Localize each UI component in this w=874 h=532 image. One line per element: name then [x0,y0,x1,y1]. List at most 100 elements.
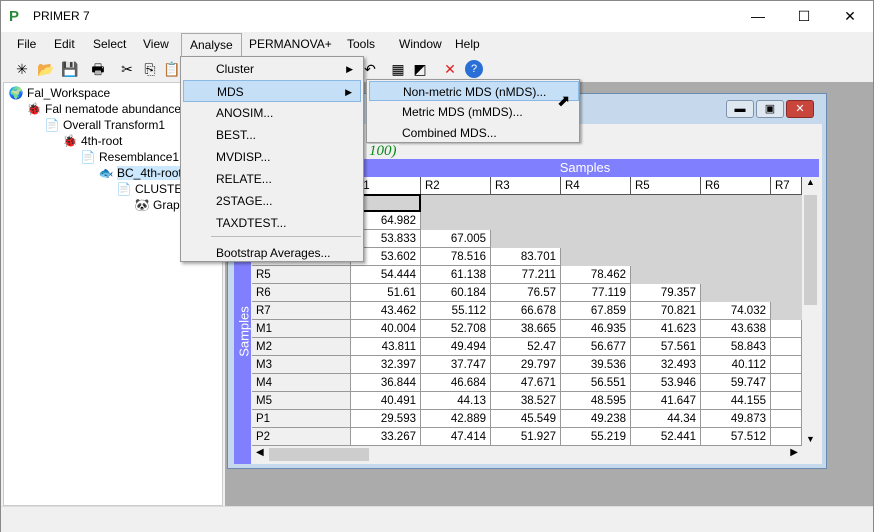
matrix-cell[interactable]: 61.138 [421,266,491,284]
row-header[interactable]: M4 [252,374,351,392]
matrix-cell[interactable]: 44.34 [631,410,701,428]
menu-analyse[interactable]: Analyse [181,33,242,56]
submenu-item[interactable]: Metric MDS (mMDS)... [369,102,579,122]
menu-item-anosim[interactable]: ANOSIM... [183,102,361,124]
matrix-cell[interactable]: 45.549 [491,410,561,428]
maximize-button[interactable]: ☐ [781,1,827,32]
menu-permanova[interactable]: PERMANOVA+ [241,33,340,56]
matrix-cell[interactable]: 41.623 [631,320,701,338]
column-header[interactable]: R2 [421,177,491,195]
matrix-cell[interactable]: 44.13 [421,392,491,410]
matrix-cell[interactable]: 79.357 [631,284,701,302]
tree-node[interactable]: 📄 Resemblance1 [80,149,180,165]
matrix-cell[interactable]: 40.491 [351,392,421,410]
submenu-item[interactable]: Combined MDS... [369,123,579,143]
close-button[interactable]: ✕ [827,1,873,32]
help-icon[interactable]: ? [465,60,483,78]
matrix-cell[interactable]: 54.444 [351,266,421,284]
row-header[interactable]: R7 [252,302,351,320]
matrix-cell[interactable]: 37.747 [421,356,491,374]
matrix-cell[interactable]: 51.61 [351,284,421,302]
matrix-cell[interactable]: 49.873 [701,410,771,428]
matrix-cell[interactable]: 40.004 [351,320,421,338]
matrix-cell[interactable] [771,338,802,356]
horizontal-scroll-thumb[interactable] [269,448,369,461]
new-icon[interactable]: ✳ [13,60,31,78]
matrix-cell[interactable]: 29.593 [351,410,421,428]
matrix-cell[interactable]: 56.677 [561,338,631,356]
tree-node[interactable]: 📄 Overall Transform1 [44,117,166,133]
matrix-cell[interactable] [771,392,802,410]
menu-file[interactable]: File [9,33,44,56]
matrix-cell[interactable]: 78.462 [561,266,631,284]
menu-item-cluster[interactable]: Cluster ▶ [183,58,361,80]
menu-item-bootstrapaverages[interactable]: Bootstrap Averages... [183,242,361,264]
open-icon[interactable]: 📂 [37,60,55,78]
matrix-cell[interactable] [771,428,802,446]
menu-tools[interactable]: Tools [339,33,383,56]
matrix-cell[interactable]: 83.701 [491,248,561,266]
row-header[interactable]: M1 [252,320,351,338]
matrix-cell[interactable]: 49.494 [421,338,491,356]
row-header[interactable]: M3 [252,356,351,374]
matrix-cell[interactable]: 41.647 [631,392,701,410]
matrix-cell[interactable] [771,410,802,428]
matrix-cell[interactable]: 74.032 [701,302,771,320]
row-header[interactable]: M2 [252,338,351,356]
matrix-cell[interactable]: 43.462 [351,302,421,320]
child-close-button[interactable]: ✕ [786,100,814,118]
column-header[interactable]: R7 [771,177,802,195]
matrix-cell[interactable]: 43.638 [701,320,771,338]
matrix-cell[interactable]: 49.238 [561,410,631,428]
row-header[interactable]: M5 [252,392,351,410]
delete-icon[interactable]: ✕ [441,60,459,78]
matrix-cell[interactable]: 42.889 [421,410,491,428]
matrix-cell[interactable]: 66.678 [491,302,561,320]
matrix-cell[interactable]: 52.441 [631,428,701,446]
matrix-cell[interactable]: 48.595 [561,392,631,410]
cut-icon[interactable]: ✂ [118,60,136,78]
tree-node[interactable]: 🐞 Fal nematode abundance [26,101,182,117]
menu-item-relate[interactable]: RELATE... [183,168,361,190]
column-header[interactable]: R3 [491,177,561,195]
row-header[interactable]: R5 [252,266,351,284]
column-header[interactable]: R5 [631,177,701,195]
matrix-cell[interactable]: 46.684 [421,374,491,392]
menu-help[interactable]: Help [447,33,488,56]
tree-node[interactable]: 🐞 4th-root [62,133,123,149]
vertical-scroll-thumb[interactable] [804,195,817,305]
menu-window[interactable]: Window [391,33,450,56]
matrix-cell[interactable] [771,356,802,374]
row-header[interactable]: P2 [252,428,351,446]
matrix-cell[interactable]: 56.551 [561,374,631,392]
matrix-cell[interactable]: 67.859 [561,302,631,320]
tree-node[interactable]: 🐟 BC_4th-root [98,165,182,181]
tree-node[interactable]: 🌍 Fal_Workspace [8,85,111,101]
tree-node[interactable]: 🐼 Graph [134,197,187,213]
matrix-cell[interactable]: 44.155 [701,392,771,410]
row-header[interactable]: R6 [252,284,351,302]
matrix-cell[interactable]: 43.811 [351,338,421,356]
matrix-cell[interactable]: 51.927 [491,428,561,446]
matrix-cell[interactable]: 32.493 [631,356,701,374]
matrix-cell[interactable]: 40.112 [701,356,771,374]
matrix-cell[interactable]: 57.512 [701,428,771,446]
submenu-item[interactable]: Non-metric MDS (nMDS)... [369,81,579,101]
save-icon[interactable]: 💾 [61,60,79,78]
matrix-cell[interactable]: 38.527 [491,392,561,410]
copy-icon[interactable]: ⎘ [141,60,159,78]
matrix-cell[interactable]: 38.665 [491,320,561,338]
matrix-cell[interactable]: 55.112 [421,302,491,320]
menu-select[interactable]: Select [85,33,134,56]
matrix-cell[interactable]: 55.219 [561,428,631,446]
menu-item-mds[interactable]: MDS ▶ [183,80,361,102]
matrix-cell[interactable]: 77.211 [491,266,561,284]
menu-item-taxdtest[interactable]: TAXDTEST... [183,212,361,234]
matrix-cell[interactable]: 52.47 [491,338,561,356]
menu-view[interactable]: View [135,33,177,56]
horizontal-scrollbar[interactable]: ◀ ▶ [252,446,802,463]
matrix-cell[interactable] [771,374,802,392]
matrix-cell[interactable]: 47.671 [491,374,561,392]
matrix-cell[interactable]: 57.561 [631,338,701,356]
row-header[interactable]: P1 [252,410,351,428]
